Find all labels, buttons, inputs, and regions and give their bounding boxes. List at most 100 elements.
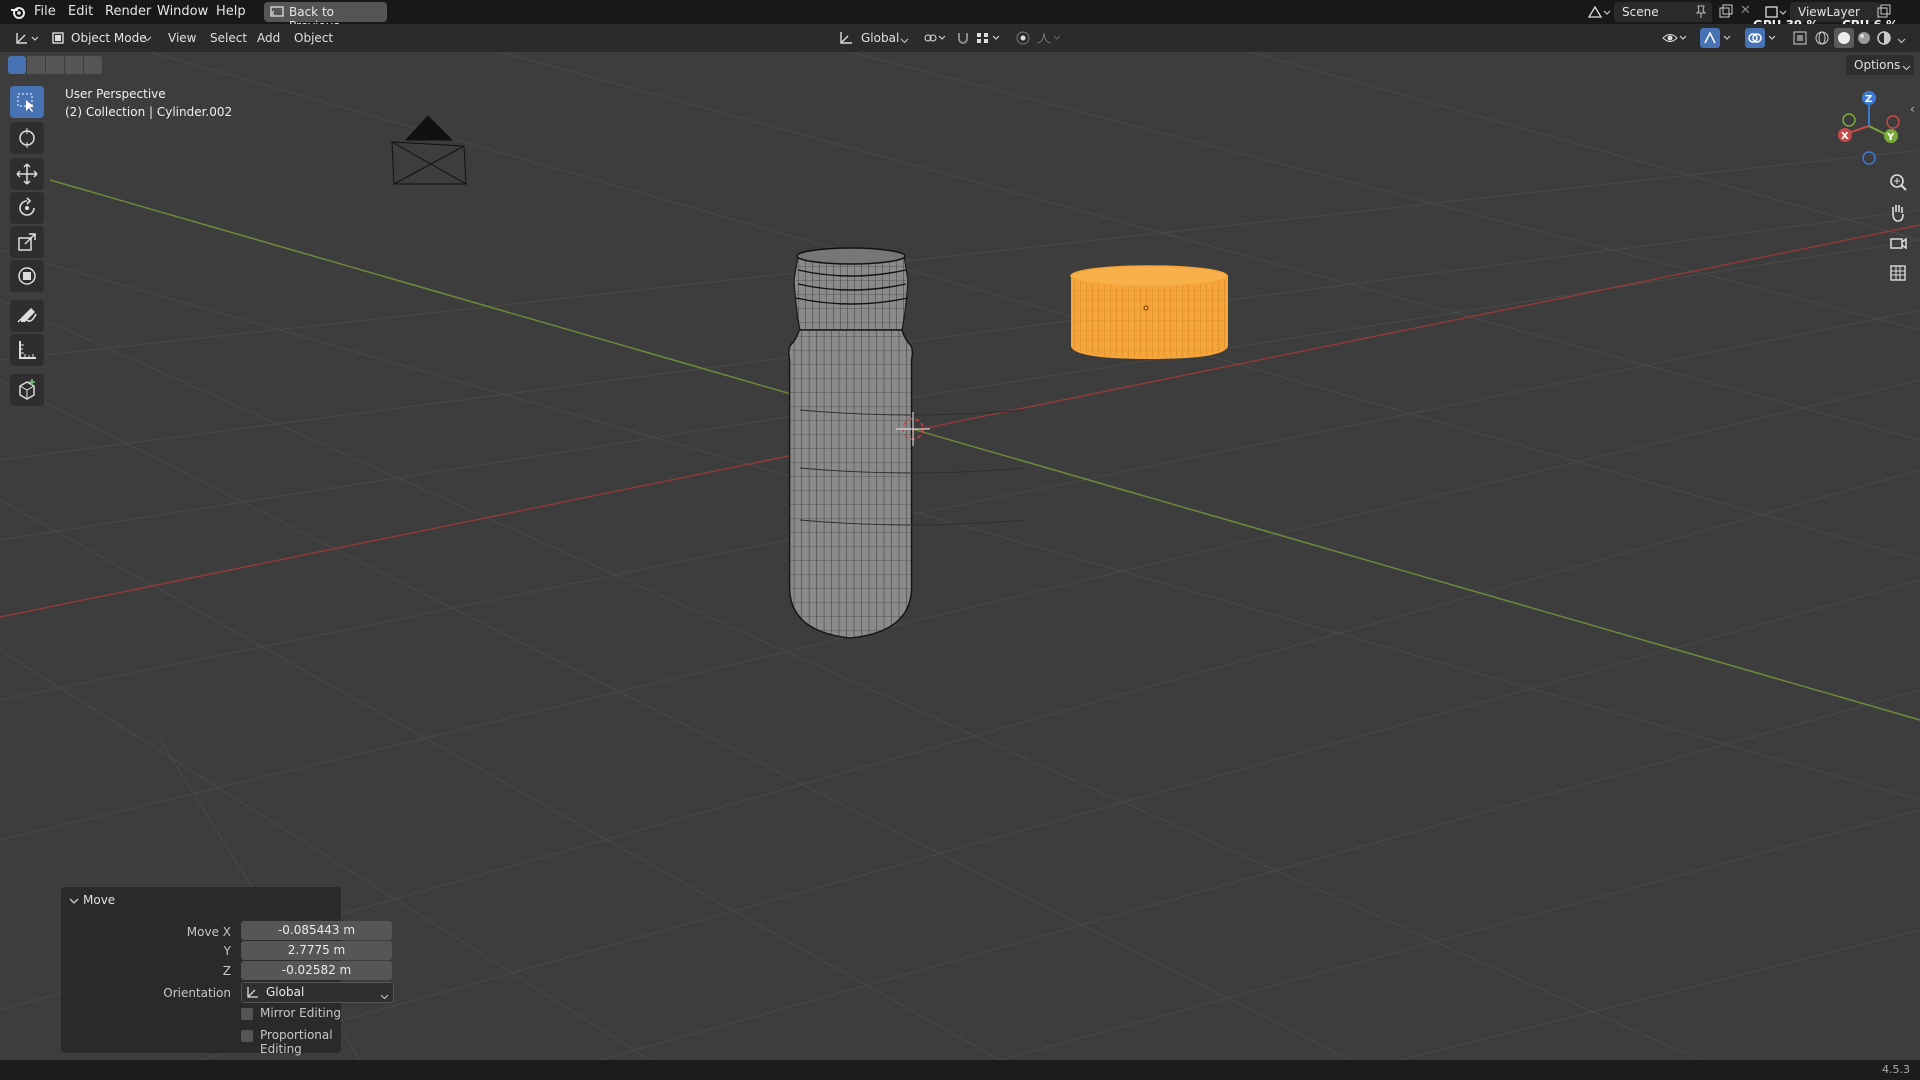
- camera-object[interactable]: [391, 115, 467, 185]
- transform-tool[interactable]: [10, 260, 44, 292]
- back-to-previous-button[interactable]: Back to Previous: [264, 2, 387, 33]
- new-scene-icon[interactable]: [1718, 4, 1734, 24]
- xray-icon[interactable]: [1792, 30, 1808, 50]
- select-box-tool[interactable]: [10, 86, 44, 118]
- move-x-field[interactable]: -0.085443 m: [241, 921, 392, 940]
- move-icon: [16, 163, 38, 185]
- select-invert-icon[interactable]: [84, 56, 102, 74]
- scene-name: Scene: [1622, 5, 1659, 19]
- screen-icon: [270, 5, 284, 23]
- view-perspective-label: User Perspective: [65, 87, 166, 101]
- falloff-icon[interactable]: [1035, 30, 1063, 50]
- x-axis-line: [0, 224, 1920, 618]
- visibility-icon[interactable]: [1662, 30, 1688, 50]
- orientation-global-icon: [246, 985, 260, 1005]
- proportional-editing-label: Proportional Editing: [260, 1028, 333, 1056]
- camera-view-icon[interactable]: [1884, 229, 1912, 257]
- shading-options-chevron-icon[interactable]: [1897, 34, 1906, 49]
- status-bar: 4.5.3: [0, 1060, 1920, 1080]
- chevron-down-icon[interactable]: [900, 34, 909, 49]
- proportional-editing-icon[interactable]: [1015, 30, 1031, 50]
- select-extend-icon[interactable]: [27, 56, 45, 74]
- pivot-point-icon[interactable]: [922, 30, 948, 50]
- snap-target-icon[interactable]: [975, 30, 1003, 50]
- view-layer-name: ViewLayer: [1798, 5, 1860, 19]
- chevron-down-icon: [143, 32, 152, 47]
- orientation-global-label[interactable]: Global: [861, 31, 899, 45]
- move-z-label: Z: [222, 964, 231, 978]
- rotate-tool[interactable]: [10, 192, 44, 224]
- menu-window[interactable]: Window: [157, 4, 208, 19]
- top-menu-bar: File Edit Render Window Help Back to Pre…: [0, 0, 1920, 33]
- zoom-icon[interactable]: [1884, 169, 1912, 197]
- move-z-field[interactable]: -0.02582 m: [241, 961, 392, 980]
- chevron-down-icon: [380, 988, 389, 1007]
- object-mode-label: Object Mode: [71, 31, 147, 45]
- annotate-pencil-icon: [17, 308, 37, 323]
- menu-render[interactable]: Render: [105, 4, 151, 19]
- transform-orientation-icon[interactable]: [838, 30, 854, 50]
- move-tool[interactable]: [10, 158, 44, 190]
- measure-tool[interactable]: [10, 334, 44, 366]
- scene-icon[interactable]: [1587, 4, 1611, 24]
- move-y-label: Y: [223, 944, 231, 958]
- orientation-value: Global: [266, 985, 305, 999]
- menu-select[interactable]: Select: [210, 31, 247, 45]
- gizmo-toggle-icon[interactable]: [1700, 28, 1736, 52]
- object-mode-dropdown[interactable]: Object Mode: [47, 28, 155, 48]
- version-label: 4.5.3: [1882, 1063, 1910, 1076]
- scale-icon: [18, 233, 36, 251]
- editor-type-icon[interactable]: [14, 30, 40, 50]
- menu-edit[interactable]: Edit: [68, 4, 93, 19]
- wireframe-shading-icon[interactable]: [1814, 30, 1830, 50]
- menu-help[interactable]: Help: [216, 4, 246, 19]
- last-operator-panel: Move Move X -0.085443 m Y 2.7775 m Z -0.…: [61, 887, 394, 1056]
- operator-title[interactable]: Move: [83, 893, 115, 907]
- solid-shading-icon[interactable]: [1834, 28, 1854, 52]
- delete-scene-icon[interactable]: ✕: [1740, 3, 1751, 18]
- menu-object[interactable]: Object: [294, 31, 333, 45]
- annotate-tool[interactable]: [10, 300, 44, 332]
- proportional-editing-checkbox[interactable]: [241, 1030, 253, 1042]
- pan-hand-icon[interactable]: [1884, 199, 1912, 227]
- select-new-icon[interactable]: [8, 56, 26, 74]
- y-axis-line: [49, 179, 1920, 721]
- material-shading-icon[interactable]: [1856, 30, 1872, 50]
- blender-logo-icon[interactable]: [10, 4, 26, 24]
- pin-icon[interactable]: [1695, 5, 1707, 23]
- move-y-field[interactable]: 2.7775 m: [241, 941, 392, 960]
- mirror-editing-checkbox[interactable]: [241, 1008, 253, 1020]
- menu-view[interactable]: View: [168, 31, 196, 45]
- orientation-label: Orientation: [163, 986, 231, 1000]
- scene-name-field[interactable]: Scene: [1614, 2, 1712, 22]
- gizmo-z-label: Z: [1865, 94, 1872, 105]
- add-cube-tool[interactable]: [10, 374, 44, 406]
- select-intersect-icon[interactable]: [65, 56, 83, 74]
- rendered-shading-icon[interactable]: [1876, 30, 1892, 50]
- viewport-header: Object Mode View Select Add Object Globa…: [0, 24, 1920, 52]
- scale-tool[interactable]: [10, 226, 44, 258]
- select-box-icon: [17, 93, 34, 112]
- cursor-icon: [19, 128, 35, 148]
- chevron-down-icon[interactable]: [69, 895, 79, 910]
- transform-icon: [18, 267, 36, 285]
- object-mode-icon: [52, 32, 64, 48]
- cursor-tool[interactable]: [10, 122, 44, 154]
- snap-icon[interactable]: [955, 30, 971, 50]
- orientation-dropdown[interactable]: Global: [241, 982, 394, 1003]
- orthographic-grid-icon[interactable]: [1884, 259, 1912, 287]
- options-dropdown[interactable]: Options: [1846, 55, 1914, 75]
- menu-file[interactable]: File: [34, 4, 56, 19]
- bottle-mesh[interactable]: [787, 247, 1026, 639]
- active-collection-label: (2) Collection | Cylinder.002: [65, 105, 233, 119]
- chevron-down-icon: [1902, 61, 1911, 76]
- select-subtract-icon[interactable]: [46, 56, 64, 74]
- menu-add[interactable]: Add: [257, 31, 280, 45]
- options-label: Options: [1854, 58, 1901, 72]
- mirror-editing-label: Mirror Editing: [260, 1006, 341, 1020]
- overlays-icon[interactable]: [1745, 28, 1781, 52]
- selected-cap-mesh[interactable]: [1070, 265, 1228, 360]
- sidebar-toggle-icon[interactable]: ‹: [1910, 102, 1915, 116]
- gizmo-x-label: X: [1841, 131, 1849, 142]
- selection-mode-buttons: [8, 56, 104, 74]
